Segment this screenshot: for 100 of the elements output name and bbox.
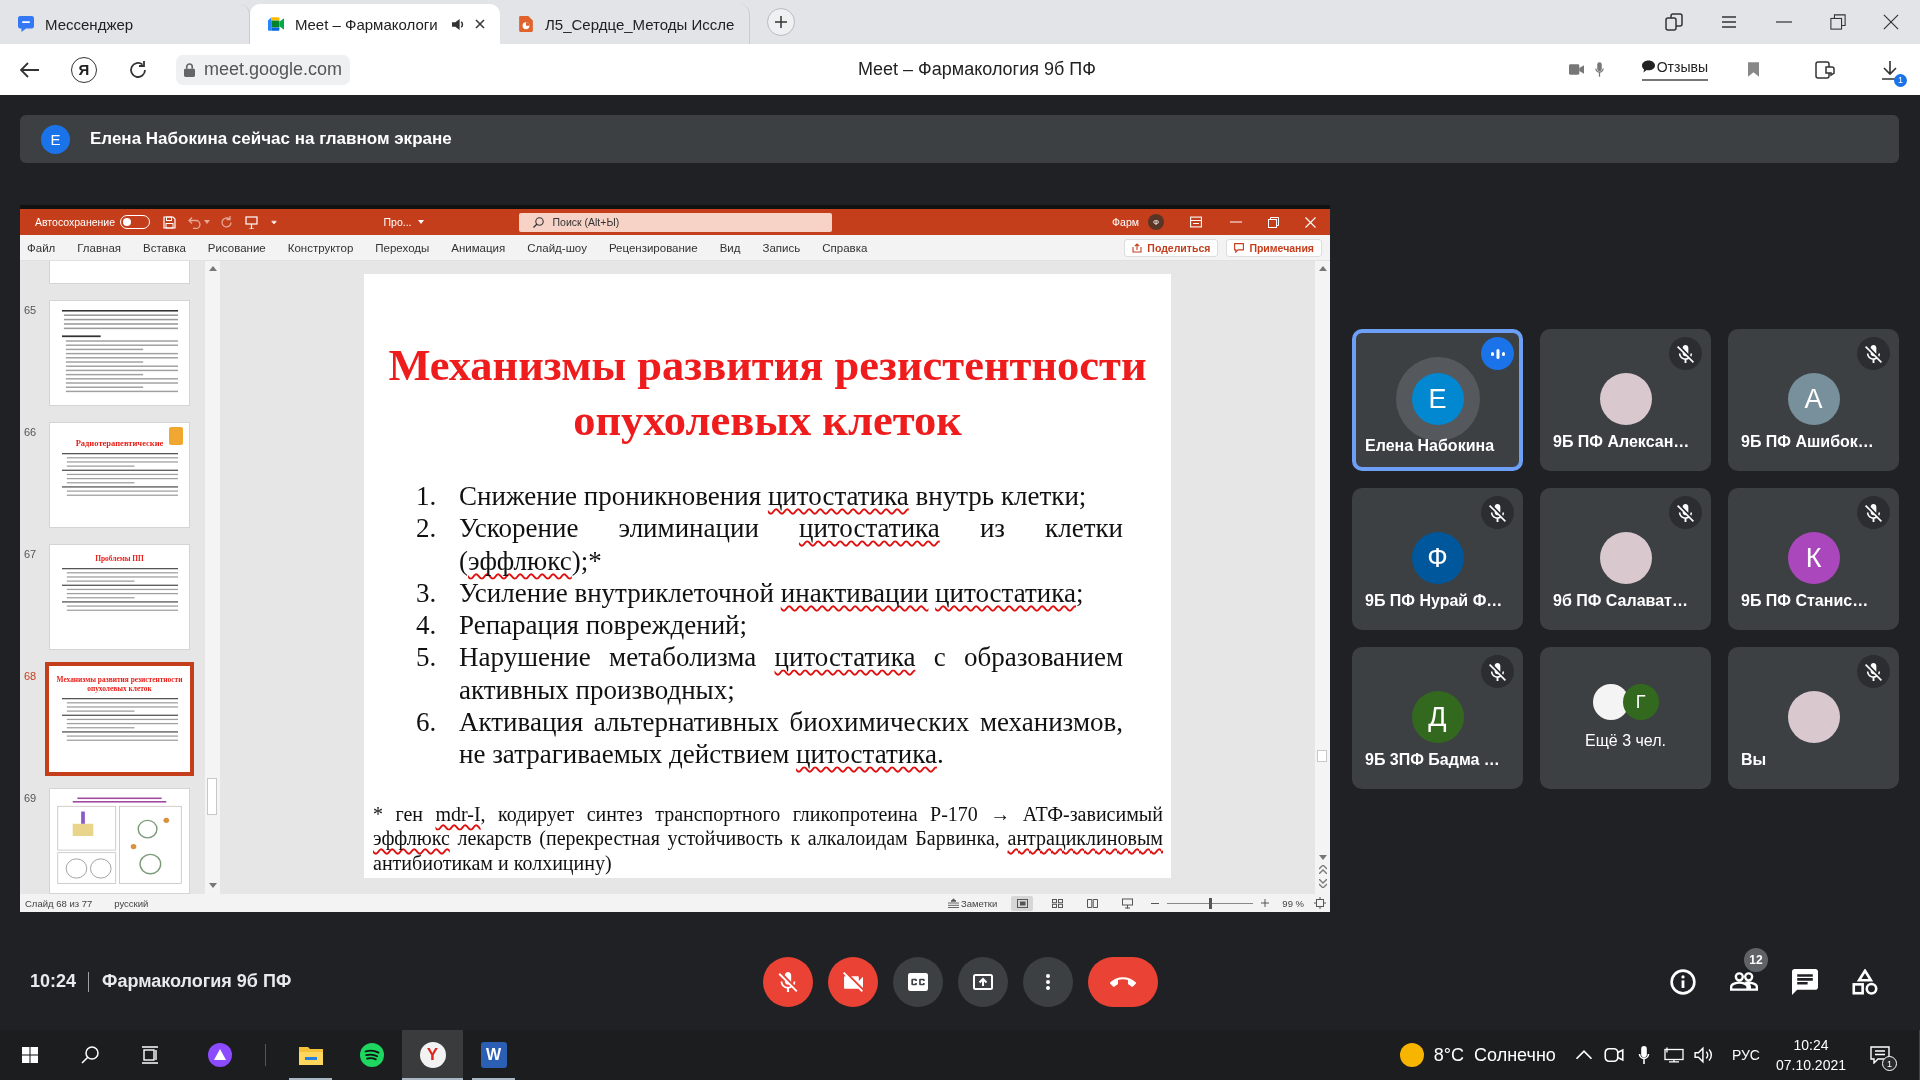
photo-placeholder [1599, 373, 1652, 425]
scroll-down-icon[interactable] [208, 883, 217, 888]
slide-thumbnail[interactable]: Радиотерапевтические [49, 422, 190, 528]
ribbon-tab[interactable]: Главная [77, 241, 122, 254]
ribbon-tab[interactable]: Рисование [207, 241, 266, 254]
video-camera-icon[interactable] [1568, 64, 1584, 75]
camera-off-icon [842, 971, 863, 992]
taskbar-app-button[interactable]: Y [402, 1030, 463, 1080]
scroll-up-icon[interactable] [1318, 266, 1327, 271]
participant-name: 9Б ПФ Алексан… [1553, 433, 1690, 450]
comments-button[interactable]: Примечания [1226, 238, 1322, 257]
people-icon[interactable] [1730, 972, 1758, 991]
participant-name: 9Б ПФ Нурай Ф… [1365, 592, 1503, 609]
taskbar-app-button[interactable]: W [463, 1030, 524, 1080]
mic-off-icon [777, 971, 798, 992]
ribbon-tab[interactable]: Переходы [375, 241, 430, 254]
autosave-label: Автосохранение [35, 216, 116, 228]
ribbon-tab[interactable]: Конструктор [287, 241, 354, 254]
chat-icon[interactable] [1792, 968, 1818, 995]
browser-tab[interactable]: Meet – Фармакологи [250, 4, 500, 44]
participant-name: 9Б ПФ Станис… [1741, 592, 1869, 609]
search-field[interactable]: Поиск (Alt+Ы) [518, 212, 832, 232]
ribbon-tab[interactable]: Слайд-шоу [527, 241, 587, 254]
ribbon-tab[interactable]: Рецензирование [608, 241, 698, 254]
undo-icon[interactable] [188, 215, 202, 229]
ribbon-tab[interactable]: Вид [719, 241, 741, 254]
ribbon-tab[interactable]: Справка [822, 241, 868, 254]
caret-icon[interactable] [271, 220, 278, 224]
ribbon-tab[interactable]: Запись [762, 241, 801, 254]
download-icon[interactable] [1880, 59, 1900, 80]
avatar: К [1787, 532, 1840, 584]
next-slide-icon[interactable] [1318, 879, 1327, 888]
previous-slide-icon[interactable] [1318, 865, 1327, 874]
tablet-icon[interactable] [1815, 59, 1835, 80]
share-button[interactable]: Поделиться [1124, 238, 1219, 257]
webcam-icon[interactable] [1603, 1046, 1624, 1064]
back-arrow-icon[interactable] [20, 59, 40, 80]
zoom-percent[interactable]: 99 % [1282, 897, 1304, 909]
list-number: 4. [416, 609, 438, 642]
info-icon[interactable] [1670, 968, 1696, 995]
save-icon[interactable] [163, 215, 177, 229]
list-item-text: Усиление внутриклеточной инактивации цитостатика; [459, 576, 1085, 610]
restore-icon[interactable] [1268, 216, 1279, 228]
avatar[interactable]: Ф [1148, 214, 1164, 230]
new-tab-button[interactable] [767, 8, 795, 36]
sun-icon [1399, 1043, 1424, 1067]
shapes-icon[interactable] [1852, 968, 1878, 995]
task-view-icon[interactable] [141, 1046, 159, 1064]
scrollbar[interactable] [205, 261, 220, 894]
scroll-up-icon[interactable] [208, 266, 217, 271]
fit-to-window-icon[interactable] [1314, 897, 1326, 909]
reload-icon[interactable] [128, 59, 148, 80]
stacked-pages-icon[interactable] [1665, 13, 1683, 31]
scrollbar-thumb[interactable] [207, 778, 217, 815]
speech-bubble-icon [1641, 60, 1655, 73]
address-field[interactable]: meet.google.com [176, 54, 351, 85]
view-button[interactable] [1011, 895, 1034, 911]
zoom-slider-thumb[interactable] [1208, 897, 1212, 909]
bookmark-icon[interactable] [1748, 62, 1759, 77]
zoom-in-icon[interactable] [1261, 899, 1270, 907]
more-vertical-icon [1045, 973, 1050, 990]
notes-button[interactable]: Заметки [948, 897, 998, 909]
scroll-down-icon[interactable] [1318, 855, 1327, 860]
caret-icon[interactable] [204, 220, 211, 224]
chevron-up-icon[interactable] [1573, 1050, 1594, 1060]
scrollbar-thumb[interactable] [1317, 750, 1327, 762]
leave-call-button[interactable] [1087, 956, 1158, 1007]
close-icon[interactable] [1883, 14, 1899, 30]
list-number: 3. [416, 576, 438, 610]
input-language-button[interactable]: РУС [1731, 1047, 1760, 1063]
redo-icon[interactable] [220, 215, 234, 229]
feedback-button[interactable]: Отзывы [1641, 58, 1708, 81]
slide-thumbnail[interactable] [49, 788, 190, 894]
search-icon[interactable] [81, 1046, 99, 1064]
speaker-icon[interactable] [1693, 1046, 1714, 1064]
close-tab-icon[interactable] [475, 19, 485, 29]
language-label[interactable]: русский [114, 897, 149, 909]
ribbon-tab[interactable]: Вставка [143, 241, 186, 254]
minimize-icon[interactable] [1775, 21, 1793, 23]
windows-logo-icon[interactable] [22, 1047, 38, 1063]
menu-icon[interactable] [1720, 13, 1738, 31]
screen-upload-icon [972, 971, 993, 992]
download-count-badge: 1 [1894, 73, 1907, 87]
file-name-button[interactable]: Про... [383, 216, 424, 228]
scrollbar[interactable] [1315, 261, 1330, 894]
chat-bubble-icon [18, 16, 34, 32]
weather-widget[interactable]: 8°C Солнечно [1399, 1043, 1556, 1067]
monitor-icon[interactable] [1663, 1046, 1684, 1064]
list-number: 6. [416, 706, 438, 740]
slide-thumbnail[interactable] [49, 300, 190, 406]
ribbon-tab[interactable]: Файл [27, 241, 56, 254]
slide-thumbnail[interactable] [49, 261, 190, 284]
photo-placeholder [1599, 532, 1652, 584]
speaker-icon[interactable] [452, 18, 464, 30]
ribbon-display-icon[interactable] [1190, 216, 1202, 228]
restore-icon[interactable] [1830, 14, 1846, 30]
projector-screen-icon[interactable] [245, 215, 259, 229]
video-camera-icon [268, 16, 284, 32]
ribbon-tab[interactable]: Анимация [451, 241, 506, 254]
clock-button[interactable]: 10:24 07.10.2021 [1775, 1035, 1846, 1075]
